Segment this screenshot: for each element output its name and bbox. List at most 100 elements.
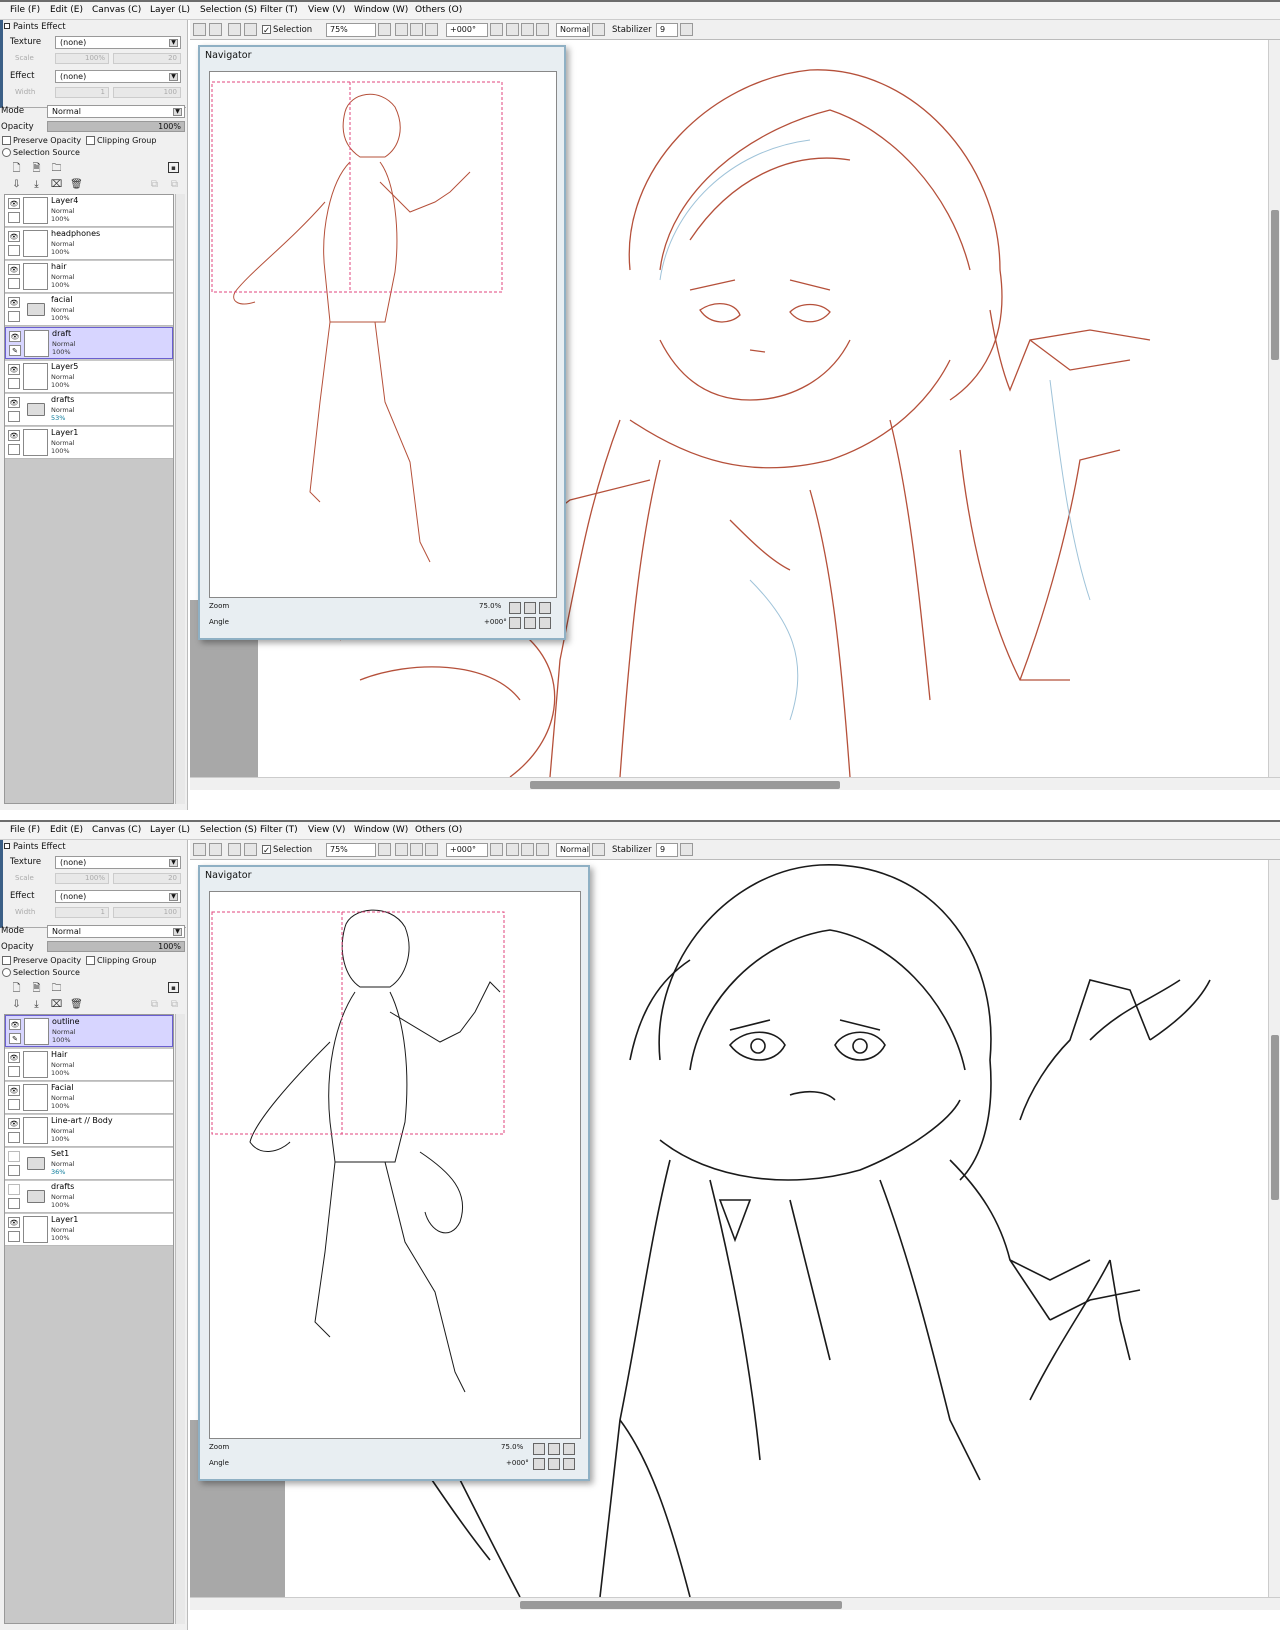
eye-icon[interactable]: 👁 [9, 1019, 21, 1030]
lock-toggle[interactable] [8, 1099, 20, 1110]
zoom-field[interactable]: 75% [326, 843, 376, 857]
zoom-out-icon[interactable] [533, 1443, 545, 1455]
panel-toggle-icon[interactable]: ▪ [168, 982, 179, 993]
new-layer-icon[interactable]: 🗋 [10, 162, 23, 175]
layer-folder[interactable]: 👁 drafts Normal 53% [5, 394, 173, 426]
menu-filter[interactable]: Filter (T) [260, 5, 298, 15]
eye-icon[interactable]: 👁 [8, 1052, 20, 1063]
stabilizer-field[interactable]: 9 [656, 23, 678, 37]
clear-layer-icon[interactable]: ⌧ [50, 998, 63, 1011]
layer-item-selected[interactable]: 👁 ✎ outline Normal 100% [5, 1015, 173, 1047]
texture-dropdown[interactable]: (none) ▼ [55, 36, 181, 49]
transfer-down-icon[interactable]: ⇩ [10, 998, 23, 1011]
effect-dropdown[interactable]: (none) ▼ [55, 70, 181, 83]
zoom-reset-icon[interactable] [425, 843, 438, 856]
eye-icon[interactable]: 👁 [8, 231, 20, 242]
layer-list-scrollbar[interactable] [175, 1014, 185, 1624]
zoom-in-icon[interactable] [548, 1443, 560, 1455]
navigator-window[interactable]: Navigator Zoom 75.0% Angle +000° [198, 45, 566, 640]
chevron-down-icon[interactable] [490, 23, 503, 36]
layer-item[interactable]: 👁 hair Normal 100% [5, 261, 173, 293]
transfer-down-icon[interactable]: ⇩ [10, 178, 23, 191]
lock-toggle[interactable] [8, 278, 20, 289]
zoom-in-icon[interactable] [410, 843, 423, 856]
layer-folder[interactable]: 👁 facial Normal 100% [5, 294, 173, 326]
clipping-group-option[interactable]: Clipping Group [86, 136, 156, 145]
vertical-scroll-thumb[interactable] [1271, 210, 1279, 360]
horizontal-scrollbar[interactable] [190, 1597, 1280, 1610]
menu-others[interactable]: Others (O) [415, 5, 462, 15]
mode-dropdown[interactable]: Normal ▼ [47, 105, 185, 118]
new-folder-icon[interactable]: 🗀 [50, 982, 63, 995]
zoom-out-icon[interactable] [395, 843, 408, 856]
preserve-opacity-option[interactable]: Preserve Opacity [2, 956, 81, 965]
trash-icon[interactable]: 🗑 [70, 178, 83, 191]
blend-mode-field[interactable]: Normal [556, 23, 590, 37]
menu-selection[interactable]: Selection (S) [200, 5, 257, 15]
rotate-reset-icon[interactable] [536, 23, 549, 36]
menu-view[interactable]: View (V) [308, 5, 345, 15]
lock-toggle[interactable] [8, 1165, 20, 1176]
menu-layer[interactable]: Layer (L) [150, 825, 190, 835]
navigator-preview[interactable] [209, 71, 557, 598]
deselect-icon[interactable] [193, 23, 206, 36]
rotate-reset-icon[interactable] [536, 843, 549, 856]
blend-mode-field[interactable]: Normal [556, 843, 590, 857]
zoom-out-icon[interactable] [395, 23, 408, 36]
horizontal-scroll-thumb[interactable] [530, 781, 840, 789]
eye-icon[interactable]: 👁 [8, 397, 20, 408]
eye-hidden-icon[interactable] [8, 1184, 20, 1195]
rotate-reset-icon[interactable] [563, 1458, 575, 1470]
lock-toggle[interactable] [8, 1132, 20, 1143]
navigator-window[interactable]: Navigator Zoom 75.0% Angle +000° [198, 865, 590, 1481]
mode-dropdown[interactable]: Normal ▼ [47, 925, 185, 938]
vertical-scrollbar[interactable] [1268, 860, 1280, 1597]
angle-field[interactable]: +000° [446, 843, 488, 857]
selection-source-radio[interactable] [2, 148, 11, 157]
rotate-left-icon[interactable] [533, 1458, 545, 1470]
layer-item[interactable]: 👁 Layer4 Normal 100% [5, 195, 173, 227]
zoom-out-icon[interactable] [509, 602, 521, 614]
effect-dropdown[interactable]: (none) ▼ [55, 890, 181, 903]
menu-window[interactable]: Window (W) [354, 825, 408, 835]
menu-filter[interactable]: Filter (T) [260, 825, 298, 835]
eye-icon[interactable]: 👁 [8, 1217, 20, 1228]
vertical-scrollbar[interactable] [1268, 40, 1280, 777]
clipping-group-option[interactable]: Clipping Group [86, 956, 156, 965]
eye-icon[interactable]: 👁 [8, 297, 20, 308]
zoom-tool-icon[interactable] [228, 843, 241, 856]
angle-field[interactable]: +000° [446, 23, 488, 37]
layer-item[interactable]: 👁 headphones Normal 100% [5, 228, 173, 260]
flip-icon[interactable] [592, 23, 605, 36]
rotate-right-icon[interactable] [521, 843, 534, 856]
layer-item[interactable]: 👁 Hair Normal 100% [5, 1049, 173, 1081]
menu-canvas[interactable]: Canvas (C) [92, 5, 141, 15]
horizontal-scrollbar[interactable] [190, 777, 1280, 790]
pen-icon[interactable]: ✎ [9, 345, 21, 356]
lock-toggle[interactable] [8, 1198, 20, 1209]
new-linework-icon[interactable]: 🗎 [30, 162, 43, 175]
rotate-left-icon[interactable] [509, 617, 521, 629]
eye-icon[interactable]: 👁 [8, 430, 20, 441]
selection-source-option[interactable]: Selection Source [2, 148, 80, 157]
stabilizer-field[interactable]: 9 [656, 843, 678, 857]
eye-icon[interactable]: 👁 [8, 364, 20, 375]
layer-item[interactable]: 👁 Line-art // Body Normal 100% [5, 1115, 173, 1147]
lock-toggle[interactable] [8, 444, 20, 455]
texture-dropdown[interactable]: (none) ▼ [55, 856, 181, 869]
zoom-in-icon[interactable] [410, 23, 423, 36]
eye-icon[interactable]: 👁 [8, 264, 20, 275]
lock-toggle[interactable] [8, 411, 20, 422]
layer-folder[interactable]: Set1 Normal 36% [5, 1148, 173, 1180]
menu-edit[interactable]: Edit (E) [50, 825, 83, 835]
rotate-right-icon[interactable] [524, 617, 536, 629]
preserve-opacity-checkbox[interactable] [2, 956, 11, 965]
layer-item[interactable]: 👁 Layer5 Normal 100% [5, 361, 173, 393]
menu-edit[interactable]: Edit (E) [50, 5, 83, 15]
zoom-reset-icon[interactable] [539, 602, 551, 614]
clear-layer-icon[interactable]: ⌧ [50, 178, 63, 191]
opacity-slider[interactable]: 100% [47, 941, 185, 952]
layer-list-scrollbar[interactable] [175, 194, 185, 804]
horizontal-scroll-thumb[interactable] [520, 1601, 842, 1609]
preserve-opacity-checkbox[interactable] [2, 136, 11, 145]
